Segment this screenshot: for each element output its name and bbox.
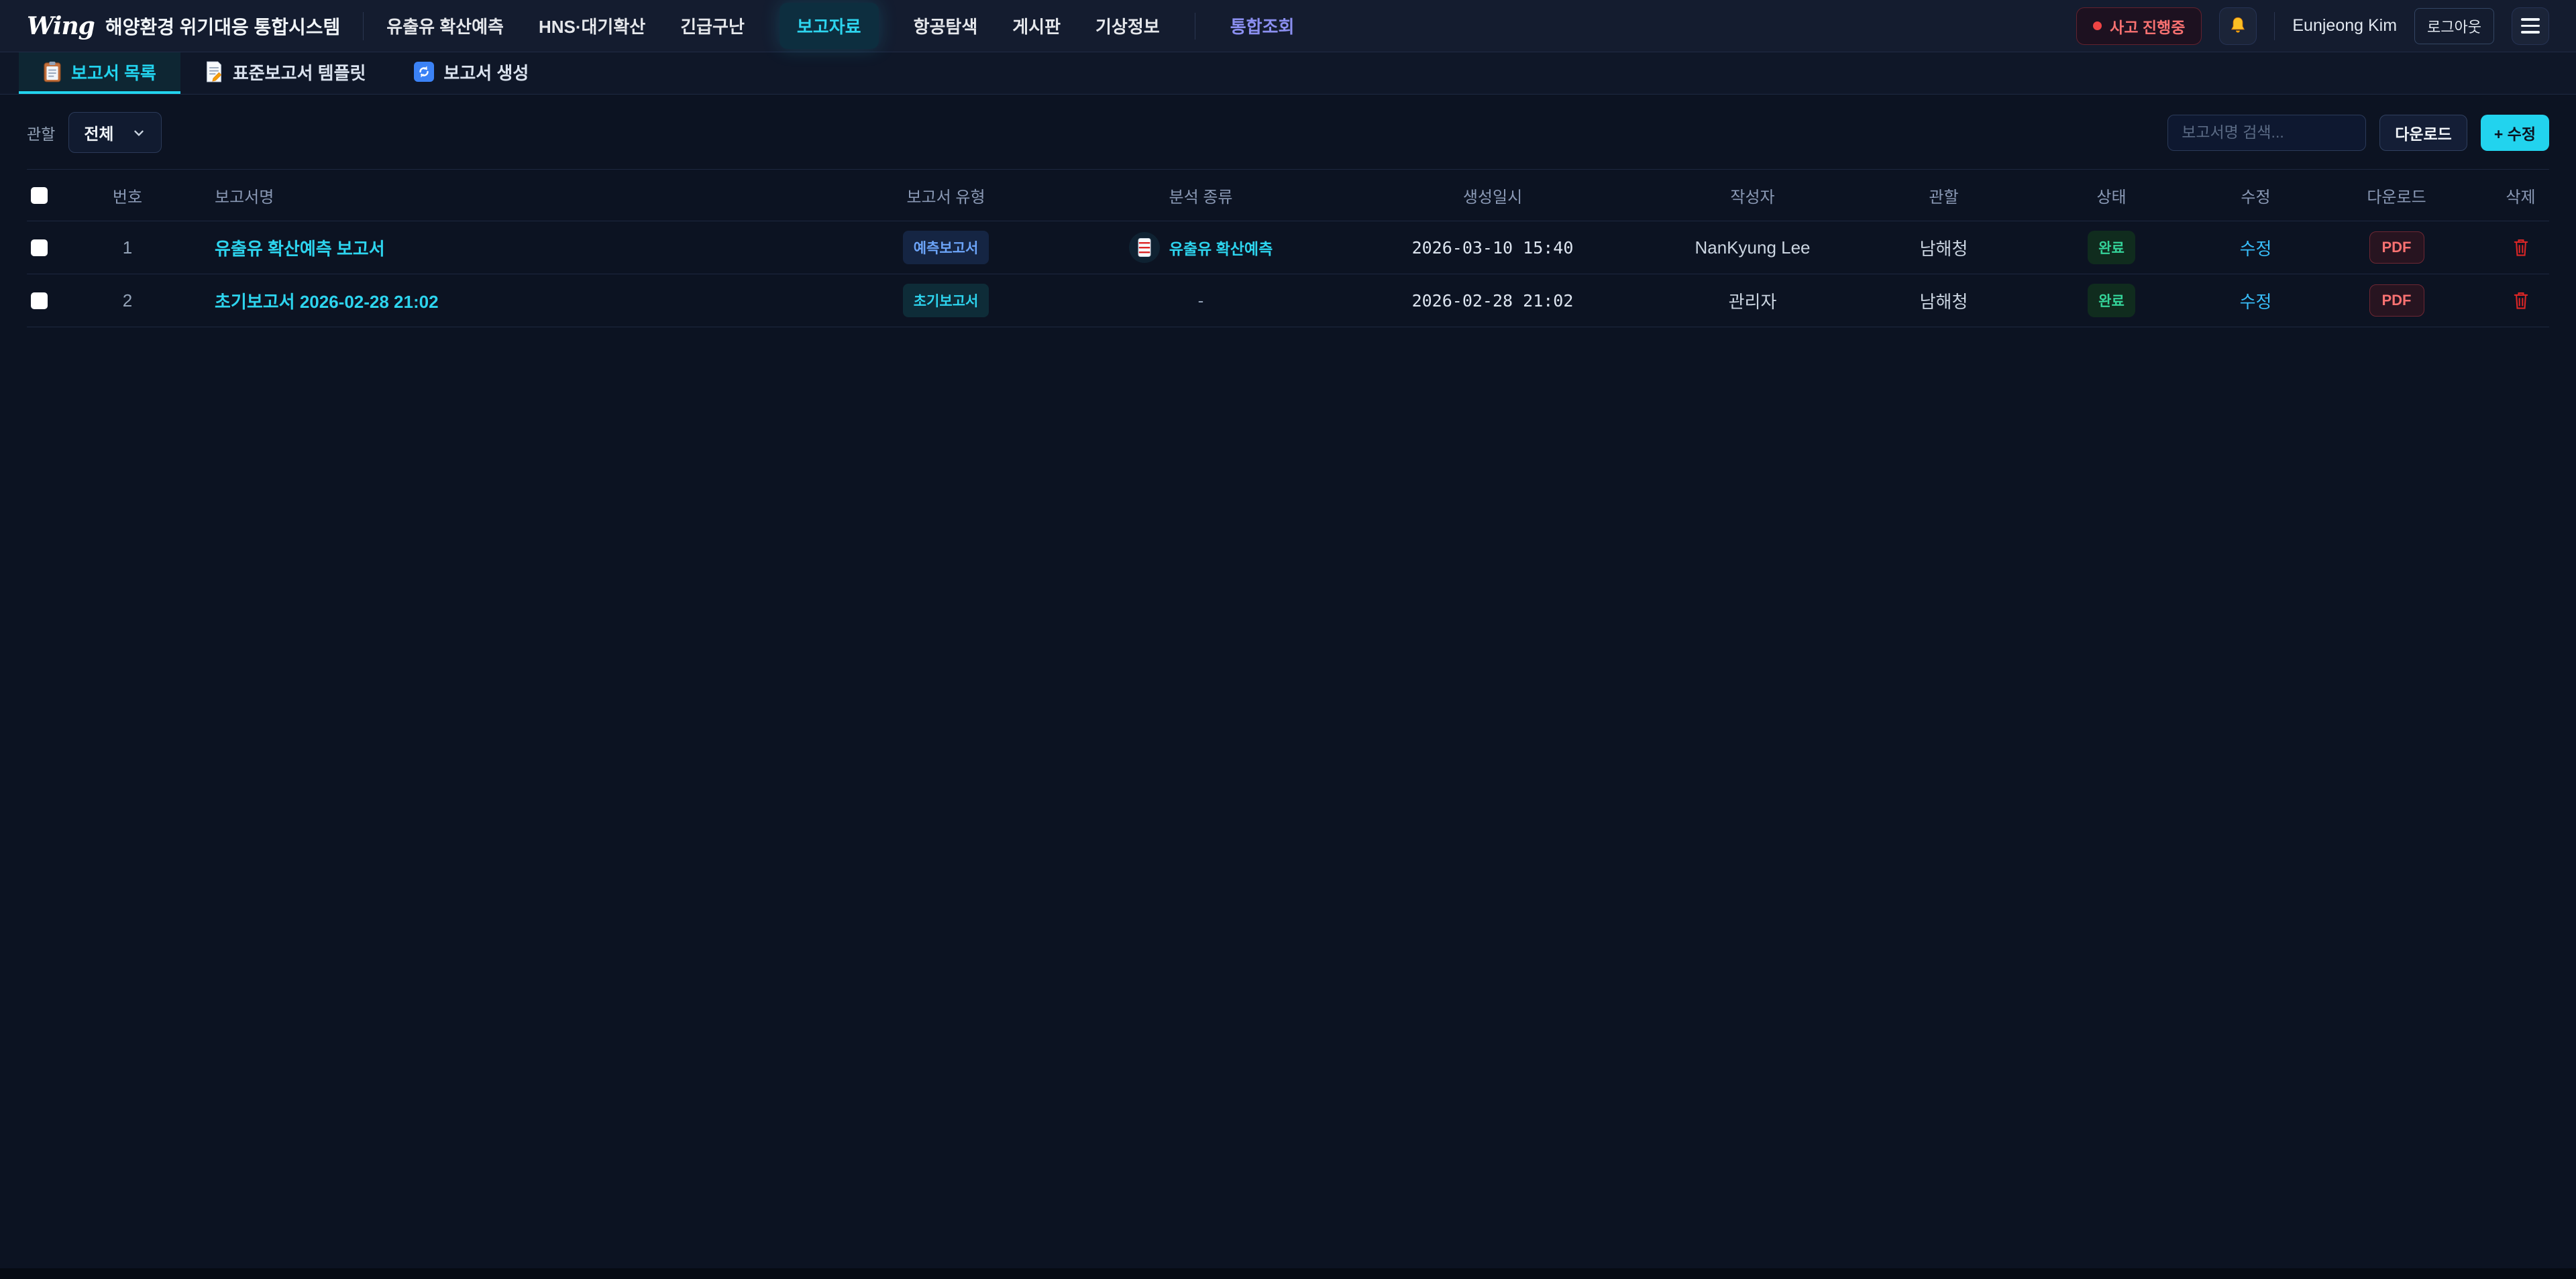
delete-button[interactable] bbox=[2512, 290, 2530, 311]
bell-icon bbox=[2227, 15, 2249, 37]
divider bbox=[2274, 12, 2275, 40]
report-name-link[interactable]: 초기보고서 2026-02-28 21:02 bbox=[215, 288, 439, 313]
brand: Wing 해양환경 위기대응 통합시스템 bbox=[27, 12, 340, 40]
filter-right: 다운로드 + 수정 bbox=[2167, 115, 2549, 151]
analysis-type: 유출유 확산예측 bbox=[1129, 232, 1273, 263]
report-name-link[interactable]: 유출유 확산예측 보고서 bbox=[215, 235, 385, 260]
jurisdiction-filter-label: 관할 bbox=[27, 121, 55, 144]
incident-status-badge: 사고 진행중 bbox=[2076, 7, 2202, 45]
main-nav: 유출유 확산예측 HNS·대기확산 긴급구난 보고자료 항공탐색 게시판 기상정… bbox=[386, 3, 1294, 49]
tab-standard-template[interactable]: 표준보고서 템플릿 bbox=[180, 52, 390, 94]
report-table: 번호 보고서명 보고서 유형 분석 종류 생성일시 작성자 관할 상태 수정 다… bbox=[27, 169, 2549, 327]
notifications-button[interactable] bbox=[2219, 7, 2257, 45]
edit-link[interactable]: 수정 bbox=[2240, 288, 2272, 313]
horizontal-scrollbar[interactable] bbox=[0, 1268, 2576, 1279]
analysis-type-label: - bbox=[1198, 290, 1204, 311]
report-type-badge: 예측보고서 bbox=[903, 231, 989, 264]
incident-badge-label: 사고 진행중 bbox=[2110, 15, 2185, 38]
column-header-analysis-type: 분석 종류 bbox=[1046, 184, 1355, 207]
created-at: 2026-03-10 15:40 bbox=[1412, 238, 1574, 258]
jurisdiction-select-value: 전체 bbox=[84, 121, 113, 144]
tab-standard-template-label: 표준보고서 템플릿 bbox=[233, 60, 366, 85]
pdf-download-button[interactable]: PDF bbox=[2369, 231, 2424, 264]
author: 관리자 bbox=[1729, 288, 1777, 313]
red-dot-icon bbox=[2093, 21, 2102, 30]
column-header-download: 다운로드 bbox=[2301, 184, 2492, 207]
tab-create-report-label: 보고서 생성 bbox=[443, 60, 529, 85]
column-header-report-name: 보고서명 bbox=[188, 184, 845, 207]
report-search-input[interactable] bbox=[2167, 115, 2366, 151]
table-row: 2 초기보고서 2026-02-28 21:02 초기보고서 - 2026-02… bbox=[27, 274, 2549, 327]
row-checkbox[interactable] bbox=[31, 239, 48, 256]
jurisdiction: 남해청 bbox=[1920, 235, 1968, 260]
user-name: Eunjeong Kim bbox=[2292, 16, 2397, 36]
row-checkbox[interactable] bbox=[31, 292, 48, 309]
memo-icon bbox=[205, 61, 223, 82]
column-header-status: 상태 bbox=[2012, 184, 2210, 207]
app-title: 해양환경 위기대응 통합시스템 bbox=[105, 13, 340, 40]
analysis-type-label: 유출유 확산예측 bbox=[1169, 236, 1273, 259]
top-right-area: 사고 진행중 Eunjeong Kim 로그아웃 bbox=[2076, 7, 2549, 45]
nav-item-hns-air-diffusion[interactable]: HNS·대기확산 bbox=[539, 13, 645, 38]
nav-item-weather-info[interactable]: 기상정보 bbox=[1095, 13, 1160, 38]
table-row: 1 유출유 확산예측 보고서 예측보고서 유출유 확산예측 2026-03-10… bbox=[27, 221, 2549, 274]
tab-create-report[interactable]: 보고서 생성 bbox=[390, 52, 553, 94]
filter-toolbar: 관할 전체 다운로드 + 수정 bbox=[27, 112, 2549, 153]
divider bbox=[363, 12, 364, 40]
filter-left: 관할 전체 bbox=[27, 112, 162, 153]
nav-item-reports-active[interactable]: 보고자료 bbox=[780, 3, 879, 49]
logout-button[interactable]: 로그아웃 bbox=[2414, 8, 2494, 44]
pdf-download-button[interactable]: PDF bbox=[2369, 284, 2424, 317]
nav-item-board[interactable]: 게시판 bbox=[1012, 13, 1061, 38]
nav-item-oil-spill-prediction[interactable]: 유출유 확산예측 bbox=[386, 13, 504, 38]
nav-item-aerial-search[interactable]: 항공탐색 bbox=[914, 13, 978, 38]
created-at: 2026-02-28 21:02 bbox=[1412, 291, 1574, 311]
column-header-author: 작성자 bbox=[1630, 184, 1875, 207]
report-type-badge: 초기보고서 bbox=[903, 284, 989, 317]
jurisdiction-select[interactable]: 전체 bbox=[68, 112, 161, 153]
add-edit-button[interactable]: + 수정 bbox=[2481, 115, 2549, 151]
delete-button[interactable] bbox=[2512, 237, 2530, 258]
chevron-down-icon bbox=[131, 125, 146, 140]
tab-report-list[interactable]: 보고서 목록 bbox=[19, 52, 180, 94]
table-header-row: 번호 보고서명 보고서 유형 분석 종류 생성일시 작성자 관할 상태 수정 다… bbox=[27, 170, 2549, 221]
refresh-icon bbox=[414, 62, 434, 82]
menu-button[interactable] bbox=[2512, 7, 2549, 45]
top-bar: Wing 해양환경 위기대응 통합시스템 유출유 확산예측 HNS·대기확산 긴… bbox=[0, 0, 2576, 52]
status-badge: 완료 bbox=[2088, 284, 2135, 317]
column-header-number: 번호 bbox=[67, 184, 188, 207]
jurisdiction: 남해청 bbox=[1920, 288, 1968, 313]
column-header-report-type: 보고서 유형 bbox=[845, 184, 1046, 207]
oil-drum-icon bbox=[1129, 232, 1160, 263]
edit-link[interactable]: 수정 bbox=[2240, 235, 2272, 260]
column-header-created-at: 생성일시 bbox=[1355, 184, 1630, 207]
status-badge: 완료 bbox=[2088, 231, 2135, 264]
tab-report-list-label: 보고서 목록 bbox=[71, 60, 156, 85]
trash-icon bbox=[2512, 290, 2530, 311]
nav-item-integrated-search[interactable]: 통합조회 bbox=[1230, 13, 1295, 38]
author: NanKyung Lee bbox=[1695, 237, 1810, 258]
column-header-jurisdiction: 관할 bbox=[1875, 184, 2012, 207]
select-all-checkbox[interactable] bbox=[31, 187, 48, 204]
clipboard-icon bbox=[43, 61, 62, 82]
trash-icon bbox=[2512, 237, 2530, 258]
column-header-edit: 수정 bbox=[2210, 184, 2301, 207]
wing-logo: Wing bbox=[27, 12, 95, 40]
row-number: 2 bbox=[123, 290, 132, 311]
tab-bar: 보고서 목록 표준보고서 템플릿 보고서 생성 bbox=[0, 52, 2576, 95]
hamburger-icon bbox=[2521, 18, 2540, 34]
download-button[interactable]: 다운로드 bbox=[2379, 115, 2467, 151]
row-number: 1 bbox=[123, 237, 132, 258]
main-content: 관할 전체 다운로드 + 수정 번호 보고서명 보고서 유형 분석 종류 생성일… bbox=[0, 112, 2576, 327]
column-header-delete: 삭제 bbox=[2492, 184, 2549, 207]
nav-item-emergency-rescue[interactable]: 긴급구난 bbox=[680, 13, 745, 38]
